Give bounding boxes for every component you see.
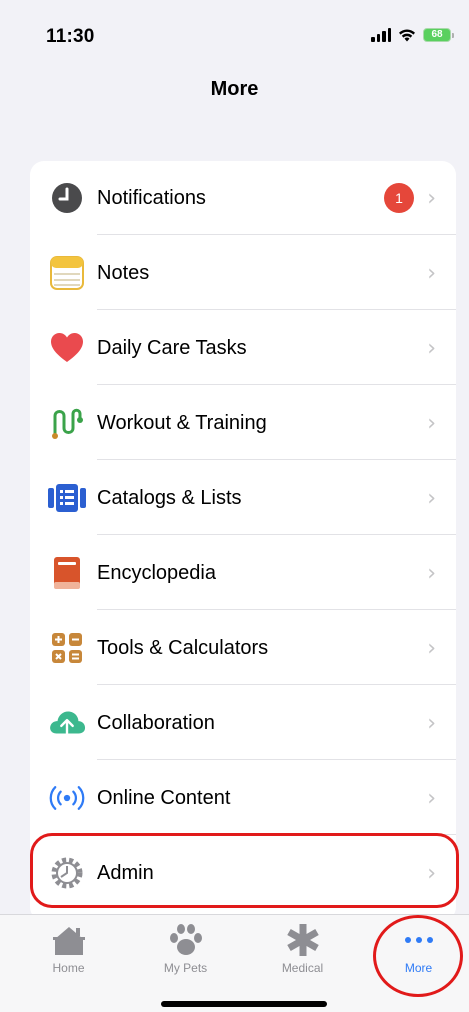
calculator-icon — [48, 629, 86, 667]
home-indicator[interactable] — [161, 1001, 327, 1007]
tab-label: More — [404, 961, 433, 975]
menu-item-label: Online Content — [97, 786, 231, 809]
gear-icon — [48, 854, 86, 892]
divider — [97, 309, 456, 310]
status-bar: 11:30 68 — [0, 0, 469, 70]
menu-item-label: Notifications — [97, 186, 206, 209]
cellular-signal-icon — [371, 28, 391, 42]
chevron-right-icon: › — [427, 785, 436, 811]
paw-icon — [127, 923, 244, 957]
chevron-right-icon: › — [427, 185, 436, 211]
menu-item-encyclopedia[interactable]: Encyclopedia › — [30, 536, 456, 610]
menu-item-label: Admin — [97, 861, 154, 884]
tab-label: Home — [52, 961, 85, 975]
tab-label: My Pets — [163, 961, 208, 975]
route-icon — [48, 404, 86, 442]
menu-item-label: Encyclopedia — [97, 561, 216, 584]
tab-medical[interactable]: Medical — [244, 915, 361, 985]
chevron-right-icon: › — [427, 635, 436, 661]
wifi-icon — [399, 29, 415, 42]
status-icons: 68 — [371, 28, 454, 42]
asterisk-icon — [244, 923, 361, 957]
book-icon — [48, 554, 86, 592]
divider — [97, 459, 456, 460]
clock-icon — [48, 179, 86, 217]
status-time: 11:30 — [46, 26, 95, 47]
menu-item-notes[interactable]: Notes › — [30, 236, 456, 310]
tab-label: Medical — [281, 961, 324, 975]
menu-item-label: Workout & Training — [97, 411, 267, 434]
page-title: More — [210, 78, 259, 100]
notification-badge: 1 — [384, 183, 414, 213]
divider — [97, 534, 456, 535]
menu-item-catalogs-lists[interactable]: Catalogs & Lists › — [30, 461, 456, 535]
menu-item-label: Tools & Calculators — [97, 636, 269, 659]
divider — [97, 234, 456, 235]
chevron-right-icon: › — [427, 860, 436, 886]
divider — [97, 384, 456, 385]
chevron-right-icon: › — [427, 260, 436, 286]
tab-more[interactable]: More — [360, 915, 469, 985]
notes-icon — [48, 254, 86, 292]
broadcast-icon — [48, 779, 86, 817]
menu-item-admin[interactable]: Admin › — [30, 836, 456, 910]
cloud-upload-icon — [48, 704, 86, 742]
menu-item-label: Collaboration — [97, 711, 215, 734]
chevron-right-icon: › — [427, 560, 436, 586]
chevron-right-icon: › — [427, 485, 436, 511]
tab-my-pets[interactable]: My Pets — [127, 915, 244, 985]
menu-item-daily-care-tasks[interactable]: Daily Care Tasks › — [30, 311, 456, 385]
tab-bar: Home My Pets Medical More — [0, 914, 469, 1012]
menu-item-label: Notes — [97, 261, 150, 284]
menu-item-workout-training[interactable]: Workout & Training › — [30, 386, 456, 460]
chevron-right-icon: › — [427, 335, 436, 361]
divider — [97, 834, 456, 835]
heart-icon — [48, 329, 86, 367]
catalog-list-icon — [48, 479, 86, 517]
more-dots-icon — [360, 923, 469, 957]
tab-home[interactable]: Home — [10, 915, 127, 985]
house-icon — [10, 923, 127, 957]
more-menu-list: Notifications 1 › Notes › Daily Care Tas… — [30, 161, 456, 921]
menu-item-online-content[interactable]: Online Content › — [30, 761, 456, 835]
menu-item-tools-calculators[interactable]: Tools & Calculators › — [30, 611, 456, 685]
menu-item-label: Catalogs & Lists — [97, 486, 242, 509]
chevron-right-icon: › — [427, 710, 436, 736]
battery-icon: 68 — [423, 28, 454, 42]
chevron-right-icon: › — [427, 410, 436, 436]
menu-item-label: Daily Care Tasks — [97, 336, 247, 359]
divider — [97, 684, 456, 685]
menu-item-notifications[interactable]: Notifications 1 › — [30, 161, 456, 235]
menu-item-collaboration[interactable]: Collaboration › — [30, 686, 456, 760]
divider — [97, 759, 456, 760]
divider — [97, 609, 456, 610]
